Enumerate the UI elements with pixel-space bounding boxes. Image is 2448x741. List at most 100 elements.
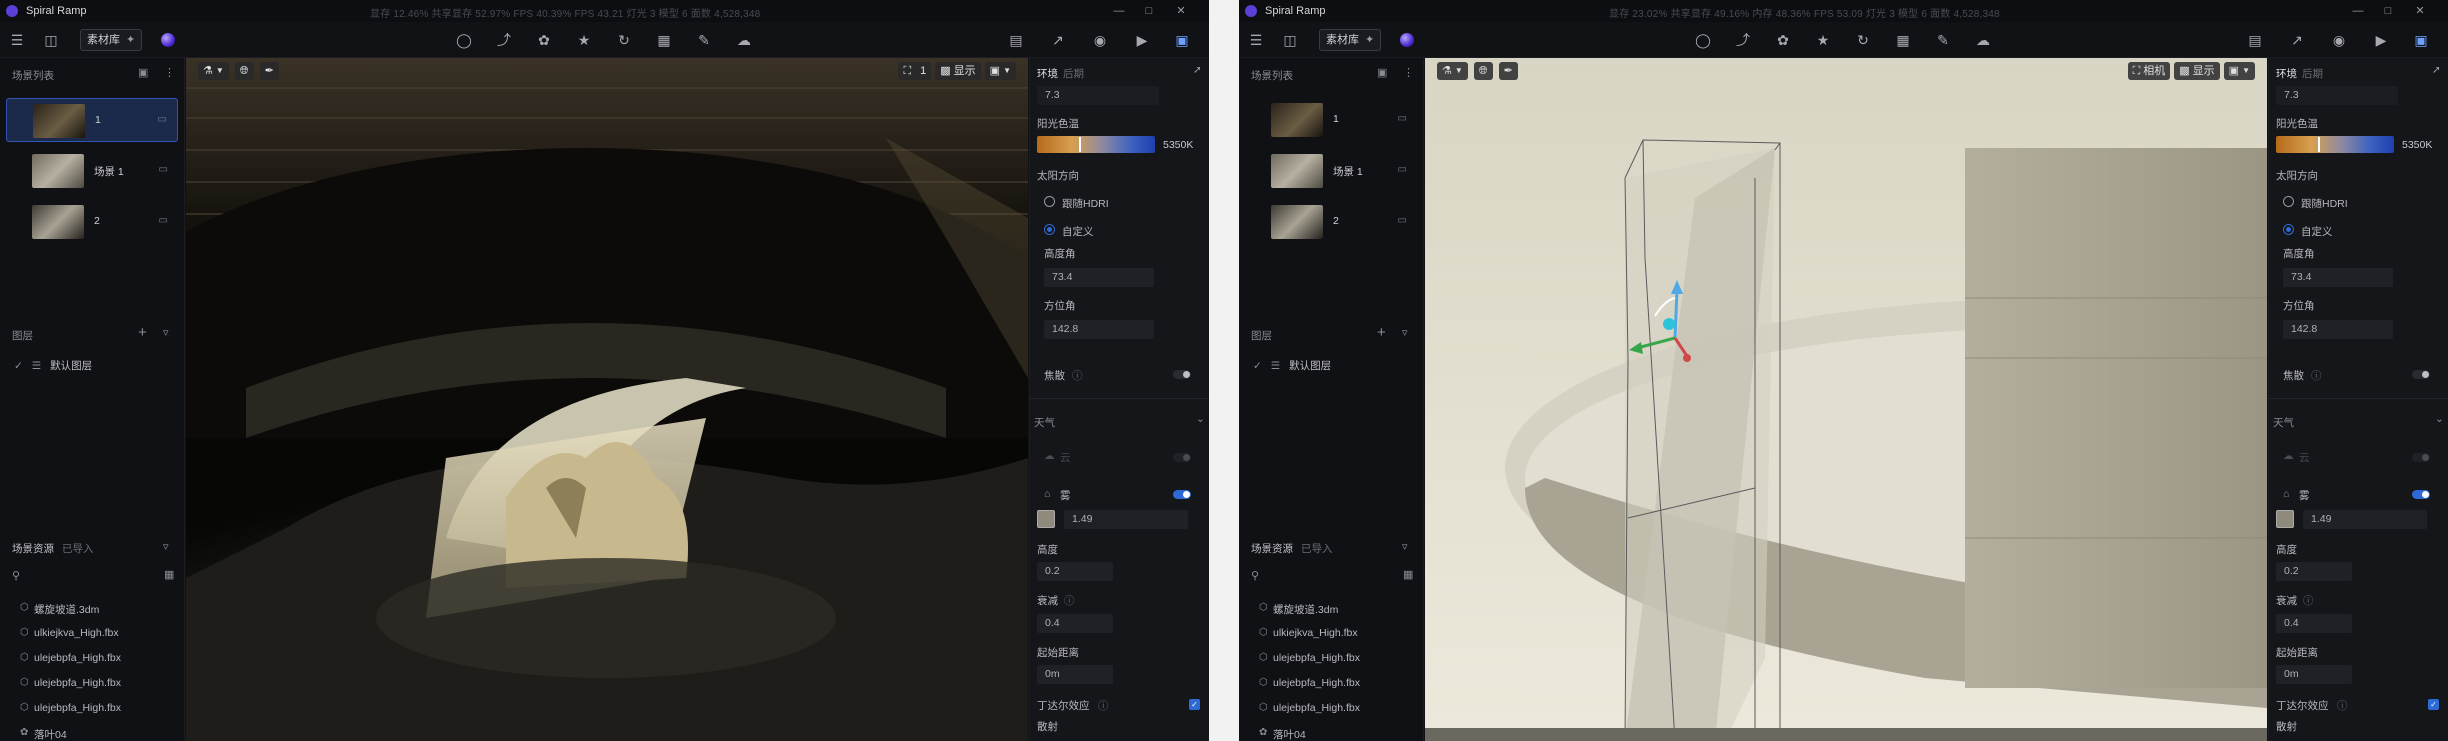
- layer-row[interactable]: ✓ ☰ 默认图层: [1253, 358, 1331, 373]
- more-icon[interactable]: ⋮: [1403, 66, 1414, 79]
- caustics-toggle[interactable]: [1173, 370, 1191, 379]
- chevron-down-icon[interactable]: ▿: [1402, 326, 1408, 339]
- height-field[interactable]: 0.2: [1037, 562, 1113, 581]
- height-field[interactable]: 0.2: [2276, 562, 2352, 581]
- render-viewport[interactable]: ⚗ ▼ 🌐︎ ✒ ⛶ 1 ▩ 显示 ▣ ▼: [186, 58, 1028, 741]
- custom-radio[interactable]: [1044, 224, 1055, 235]
- caustics-toggle[interactable]: [2412, 370, 2430, 379]
- tab-environment[interactable]: 环境: [2276, 66, 2297, 81]
- check-icon[interactable]: ✓: [14, 360, 23, 372]
- check-icon[interactable]: ✓: [1253, 360, 1262, 372]
- file-icon[interactable]: ◫: [42, 31, 60, 49]
- asset-item[interactable]: ulejebpfa_High.fbx: [34, 677, 121, 689]
- info-icon[interactable]: ⓘ: [1064, 593, 1075, 608]
- fog-density-field[interactable]: 1.49: [2303, 510, 2427, 529]
- camera-icon[interactable]: ▭: [159, 164, 168, 175]
- tab-post[interactable]: 后期: [2302, 66, 2323, 81]
- display-button[interactable]: ▩ 显示: [2174, 62, 2220, 80]
- info-icon[interactable]: ⓘ: [2337, 698, 2348, 713]
- assets-tab-imported[interactable]: 已导入: [1301, 541, 1333, 556]
- asset-item[interactable]: ulejebpfa_High.fbx: [34, 702, 121, 714]
- scene-item-1[interactable]: 1 ▭: [6, 98, 178, 142]
- scene-item-2[interactable]: 场景 1 ▭: [1245, 149, 1417, 193]
- altitude-field[interactable]: 73.4: [2283, 268, 2393, 287]
- camera-icon[interactable]: ▭: [159, 215, 168, 226]
- add-layer-icon[interactable]: +: [138, 324, 147, 341]
- fog-toggle[interactable]: [1173, 490, 1191, 499]
- camera-button[interactable]: ⛶ 相机: [2127, 62, 2171, 80]
- leaf-icon[interactable]: ✿: [535, 31, 553, 49]
- edit-viewport[interactable]: ⚗ ▼ 🌐︎ ✒ ⛶ 相机 ▩ 显示 ▣ ▼: [1425, 58, 2267, 741]
- grid-icon[interactable]: ▦: [1894, 31, 1912, 49]
- asset-search[interactable]: ⚲ ▦: [0, 564, 185, 588]
- save-icon[interactable]: ▣: [1173, 31, 1191, 49]
- info-icon[interactable]: ⓘ: [1098, 698, 1109, 713]
- fog-density-field[interactable]: 1.49: [1064, 510, 1188, 529]
- transform-tool[interactable]: ⚗ ▼: [1437, 62, 1468, 80]
- chevron-down-icon[interactable]: ⌄: [1196, 413, 1205, 425]
- transform-tool[interactable]: ⚗ ▼: [198, 62, 229, 80]
- follow-hdri-radio[interactable]: [1044, 196, 1055, 207]
- video-icon[interactable]: ▶: [2372, 31, 2390, 49]
- assets-tab-active[interactable]: 场景资源: [1251, 541, 1293, 556]
- add-scene-icon[interactable]: ▣: [138, 66, 148, 79]
- altitude-field[interactable]: 73.4: [1044, 268, 1154, 287]
- falloff-field[interactable]: 0.4: [2276, 614, 2352, 633]
- grid-icon[interactable]: ▦: [655, 31, 673, 49]
- tyndall-checkbox[interactable]: ✓: [1189, 699, 1200, 710]
- chevron-down-icon[interactable]: ▿: [163, 540, 169, 553]
- tyndall-checkbox[interactable]: ✓: [2428, 699, 2439, 710]
- falloff-field[interactable]: 0.4: [1037, 614, 1113, 633]
- tab-post[interactable]: 后期: [1063, 66, 1084, 81]
- camera-icon[interactable]: ◉: [1091, 31, 1109, 49]
- scene-item-3[interactable]: 2 ▭: [1245, 200, 1417, 244]
- camera-icon[interactable]: ▭: [1398, 215, 1407, 226]
- render-orb-icon[interactable]: [161, 33, 175, 47]
- close-button[interactable]: ✕: [2411, 3, 2429, 19]
- add-scene-icon[interactable]: ▣: [1377, 66, 1387, 79]
- flame-icon[interactable]: ★: [575, 31, 593, 49]
- more-icon[interactable]: ⋮: [164, 66, 175, 79]
- fog-color-swatch[interactable]: [1037, 510, 1055, 528]
- brush-icon[interactable]: ✎: [695, 31, 713, 49]
- pin-icon[interactable]: ➚: [2432, 64, 2441, 76]
- menu-icon[interactable]: ☰: [1247, 31, 1265, 49]
- asset-item[interactable]: ulkiejkva_High.fbx: [1273, 627, 1358, 639]
- asset-item[interactable]: ulejebpfa_High.fbx: [34, 652, 121, 664]
- sun-color-slider[interactable]: [2276, 136, 2394, 153]
- light-bulb-icon[interactable]: ◯: [455, 31, 473, 49]
- info-icon[interactable]: ⓘ: [2303, 593, 2314, 608]
- frame-count-chip[interactable]: ⛶ 1: [898, 62, 932, 80]
- brush-icon[interactable]: ✎: [1934, 31, 1952, 49]
- minimize-button[interactable]: —: [2349, 3, 2367, 19]
- file-icon[interactable]: ◫: [1281, 31, 1299, 49]
- library-button[interactable]: 素材库 ✦: [80, 29, 143, 51]
- tab-environment[interactable]: 环境: [1037, 66, 1058, 81]
- display-button[interactable]: ▩ 显示: [935, 62, 981, 80]
- render-orb-icon[interactable]: [1400, 33, 1414, 47]
- azimuth-field[interactable]: 142.8: [2283, 320, 2393, 339]
- flame-icon[interactable]: ★: [1814, 31, 1832, 49]
- chevron-down-icon[interactable]: ▿: [1402, 540, 1408, 553]
- follow-hdri-radio[interactable]: [2283, 196, 2294, 207]
- fog-color-swatch[interactable]: [2276, 510, 2294, 528]
- menu-icon[interactable]: ☰: [8, 31, 26, 49]
- start-distance-field[interactable]: 0m: [2276, 665, 2352, 684]
- asset-item[interactable]: 螺旋坡道.3dm: [1273, 602, 1338, 617]
- info-icon[interactable]: ⓘ: [1072, 368, 1083, 383]
- asset-item[interactable]: ulejebpfa_High.fbx: [1273, 652, 1360, 664]
- chevron-down-icon[interactable]: ⌄: [2435, 413, 2444, 425]
- globe-tool[interactable]: 🌐︎: [234, 62, 254, 80]
- scene-item-3[interactable]: 2 ▭: [6, 200, 178, 244]
- custom-radio[interactable]: [2283, 224, 2294, 235]
- picker-tool[interactable]: ✒: [259, 62, 279, 80]
- assets-tab-active[interactable]: 场景资源: [12, 541, 54, 556]
- camera-icon[interactable]: ▭: [1398, 164, 1407, 175]
- cloud-icon[interactable]: ☁: [1974, 31, 1992, 49]
- slider-handle[interactable]: [2318, 137, 2320, 152]
- top-value-field[interactable]: 7.3: [2276, 86, 2398, 105]
- azimuth-field[interactable]: 142.8: [1044, 320, 1154, 339]
- add-layer-icon[interactable]: +: [1377, 324, 1386, 341]
- view-options-button[interactable]: ▣ ▼: [2223, 62, 2255, 80]
- share-icon[interactable]: ↗: [2288, 31, 2306, 49]
